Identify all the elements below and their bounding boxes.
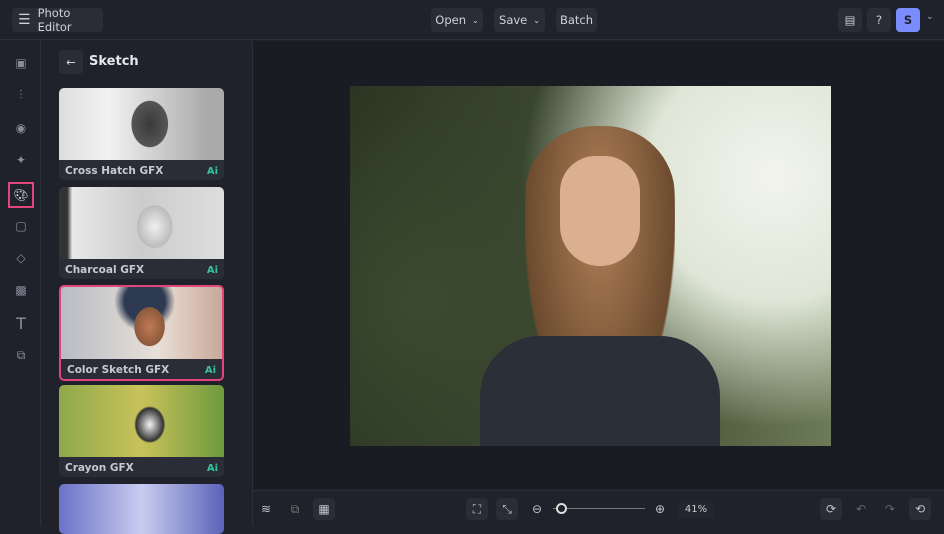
redo-icon[interactable]: ↷	[879, 498, 901, 520]
account-chevron-icon[interactable]: ⌄	[926, 12, 934, 22]
actual-size-icon[interactable]: ⤡	[496, 498, 518, 520]
fit-screen-icon[interactable]: ⛶	[466, 498, 488, 520]
effect-label: Crayon GFX	[65, 462, 134, 474]
tool-sidebar: ▣ ⫶ ◉ ✦ 🎨︎ ▢ ◇ ▩ T ⧉	[0, 41, 41, 526]
effect-thumbnail	[61, 287, 222, 359]
adjust-sliders-icon[interactable]: ⫶	[10, 84, 32, 106]
top-bar: ☰ Photo Editor Open ⌄ Save ⌄ Batch ▤ ? S ⌄	[0, 0, 944, 40]
zoom-out-icon[interactable]: ⊖	[526, 498, 548, 520]
history-icon[interactable]: ⟲	[909, 498, 931, 520]
effect-label: Color Sketch GFX	[67, 364, 170, 376]
text-icon[interactable]: T	[10, 312, 32, 334]
avatar[interactable]: S	[896, 8, 920, 32]
zoom-slider-handle[interactable]	[556, 503, 567, 514]
app-title: Photo Editor	[37, 6, 72, 34]
panel-divider[interactable]	[241, 41, 253, 526]
effect-label: Cross Hatch GFX	[65, 165, 164, 177]
help-icon[interactable]: ?	[867, 8, 891, 32]
undo-icon[interactable]: ↶	[850, 498, 872, 520]
textures-icon[interactable]: ▩	[10, 279, 32, 301]
effect-label: Charcoal GFX	[65, 264, 145, 276]
effect-thumbnail	[59, 385, 224, 457]
ai-badge: Ai	[206, 166, 218, 177]
chevron-down-icon: ⌄	[472, 15, 479, 25]
photo	[350, 86, 831, 446]
hamburger-icon: ☰	[18, 12, 31, 28]
effect-card-partial[interactable]	[59, 484, 224, 534]
effect-card-crayon[interactable]: Crayon GFX Ai	[59, 385, 224, 477]
bottom-bar: ≋ ⧉ ▦ ⛶ ⤡ ⊖ ⊕ 41% ⟳ ↶ ↷ ⟲	[253, 490, 944, 526]
save-button[interactable]: Save ⌄	[494, 8, 545, 32]
panel-title: Sketch	[89, 54, 139, 69]
frame-icon[interactable]: ▢	[10, 215, 32, 237]
effect-card-color-sketch[interactable]: Color Sketch GFX Ai	[59, 285, 224, 381]
effect-card-cross-hatch[interactable]: Cross Hatch GFX Ai	[59, 88, 224, 180]
rotate-sync-icon[interactable]: ⟳	[820, 498, 842, 520]
canvas-area[interactable]	[253, 41, 944, 489]
overlay-icon[interactable]: ⧉	[10, 344, 32, 366]
zoom-level[interactable]: 41%	[678, 500, 714, 518]
ai-badge: Ai	[206, 265, 218, 276]
arrow-left-icon: ←	[66, 55, 76, 69]
effect-thumbnail	[59, 88, 224, 160]
sparkle-effects-icon[interactable]: ✦	[10, 149, 32, 171]
eye-icon[interactable]: ◉	[10, 117, 32, 139]
ai-badge: Ai	[206, 463, 218, 474]
comments-icon[interactable]: ▤	[838, 8, 862, 32]
zoom-in-icon[interactable]: ⊕	[649, 498, 671, 520]
effect-thumbnail	[59, 187, 224, 259]
chevron-down-icon: ⌄	[533, 15, 540, 25]
compare-icon[interactable]: ⧉	[284, 498, 306, 520]
layers-icon[interactable]: ≋	[255, 498, 277, 520]
effect-card-charcoal[interactable]: Charcoal GFX Ai	[59, 187, 224, 279]
menu-button[interactable]: ☰ Photo Editor	[12, 6, 103, 34]
graphics-shapes-icon[interactable]: ◇	[10, 247, 32, 269]
open-button[interactable]: Open ⌄	[431, 8, 483, 32]
batch-button[interactable]: Batch	[556, 8, 597, 32]
image-icon[interactable]: ▣	[10, 52, 32, 74]
ai-badge: Ai	[204, 365, 216, 376]
back-button[interactable]: ←	[59, 50, 83, 74]
grid-icon[interactable]: ▦	[313, 498, 335, 520]
artsy-palette-icon[interactable]: 🎨︎	[8, 182, 34, 208]
